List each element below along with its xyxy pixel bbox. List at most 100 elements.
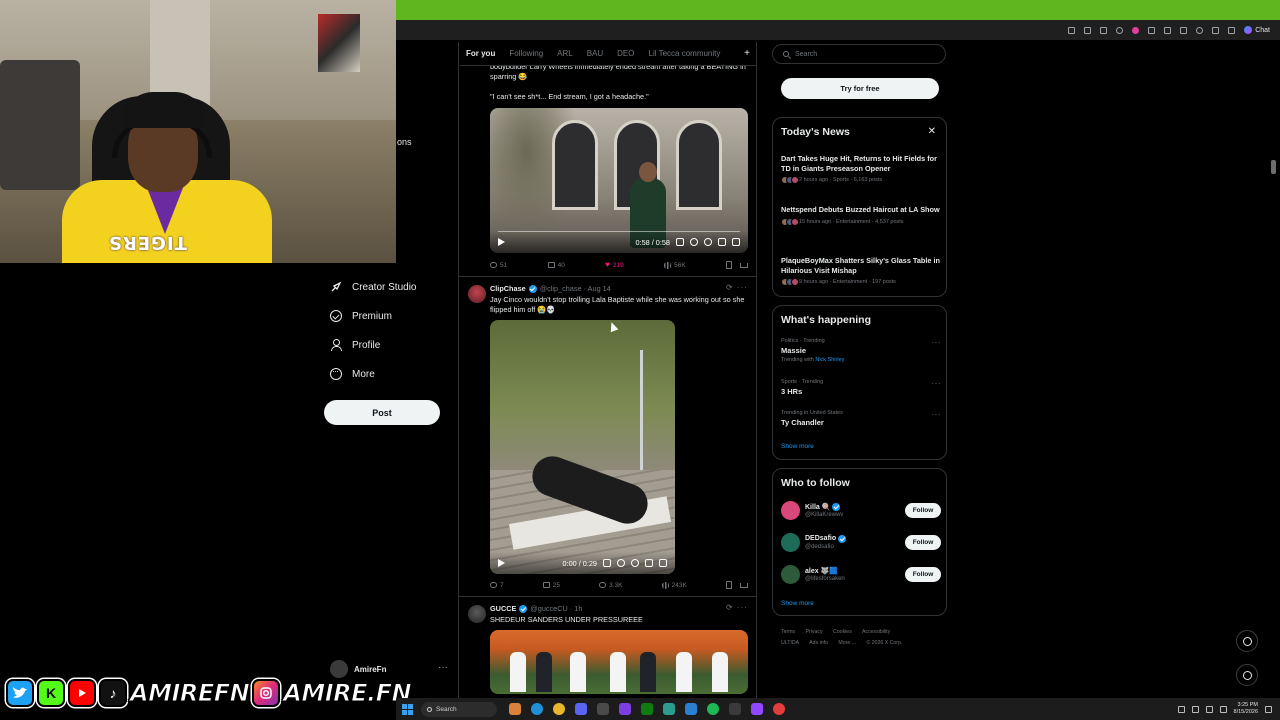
edge-icon[interactable] — [531, 703, 543, 715]
fullscreen-icon[interactable] — [659, 559, 667, 567]
try-for-free-button[interactable]: Try for free — [781, 78, 939, 99]
extension-icon[interactable] — [1132, 26, 1140, 34]
news-item[interactable]: PlaqueBoyMax Shatters Silky's Glass Tabl… — [781, 256, 941, 286]
tray-app-icon[interactable] — [1191, 705, 1199, 713]
app-teal-icon[interactable] — [663, 703, 675, 715]
views-button[interactable]: 56K — [664, 261, 686, 269]
tab-arl[interactable]: ARL — [557, 49, 573, 58]
messages-button[interactable] — [1236, 664, 1258, 686]
avatar[interactable] — [781, 532, 800, 552]
post-more-icon[interactable]: ⟳ ··· — [726, 283, 748, 292]
settings-icon[interactable] — [631, 559, 639, 567]
fullscreen-icon[interactable] — [732, 238, 740, 246]
account-switcher[interactable]: AmireFn ··· — [330, 660, 448, 678]
nav-item-creator-studio[interactable]: Creator Studio — [330, 281, 416, 293]
post-button[interactable]: Post — [324, 400, 440, 425]
share-button[interactable] — [740, 262, 749, 268]
collections-icon[interactable] — [1180, 26, 1188, 34]
more-icon[interactable]: ··· — [932, 379, 942, 388]
nav-item-more[interactable]: More — [330, 366, 375, 380]
discord-icon[interactable] — [575, 703, 587, 715]
avatar[interactable] — [781, 564, 800, 584]
split-screen-icon[interactable] — [1148, 26, 1156, 34]
post-video[interactable]: 0:00 / 0:29 — [490, 320, 675, 574]
follow-button[interactable]: Follow — [905, 534, 941, 550]
volume-icon[interactable] — [1219, 705, 1227, 713]
trend-item[interactable]: Trending in United States Ty Chandler ··… — [781, 410, 941, 427]
tab-for-you[interactable]: For you — [466, 49, 495, 58]
app-red-icon[interactable] — [773, 703, 785, 715]
avatar[interactable] — [468, 285, 486, 303]
views-button[interactable]: 243K — [661, 581, 687, 589]
footer-link-ads[interactable]: ULTIDA — [781, 640, 799, 646]
reply-button[interactable]: 51 — [490, 262, 507, 269]
follow-suggestion[interactable]: Killa 🍭 @KillaKrewwv Follow — [781, 499, 941, 521]
add-tab-icon[interactable]: + — [744, 48, 750, 59]
trend-item[interactable]: Sports · Trending 3 HRs ··· — [781, 379, 941, 396]
app-food-icon[interactable] — [509, 703, 521, 715]
post-image[interactable] — [490, 630, 748, 694]
show-more-link[interactable]: Show more — [781, 600, 814, 607]
avatar[interactable] — [781, 500, 800, 520]
footer-link-accessibility[interactable]: Accessibility — [862, 629, 890, 635]
spotify-icon[interactable] — [707, 703, 719, 715]
author-name[interactable]: ClipChase — [490, 284, 526, 293]
share-button[interactable] — [739, 582, 748, 588]
pip-icon[interactable] — [645, 559, 653, 567]
captions-icon[interactable] — [676, 238, 684, 246]
captions-icon[interactable] — [603, 559, 611, 567]
footer-link-cookies[interactable]: Cookies — [833, 629, 852, 635]
author-name[interactable]: GUCCE — [490, 604, 516, 613]
show-more-link[interactable]: Show more — [781, 443, 814, 450]
post-video[interactable]: 0:58 / 0:58 — [490, 108, 748, 253]
author-handle[interactable]: @gucceCU · 1h — [530, 604, 582, 613]
bookmark-button[interactable] — [725, 581, 732, 589]
page-scrollbar[interactable] — [1271, 160, 1276, 174]
more-icon[interactable] — [1228, 26, 1236, 34]
copilot-chat-button[interactable]: Chat — [1244, 26, 1270, 34]
taskbar-search[interactable]: Search — [421, 701, 497, 717]
reader-icon[interactable] — [1084, 26, 1092, 34]
footer-link-ads-info[interactable]: Ads info — [809, 640, 828, 646]
news-item[interactable]: Dart Takes Huge Hit, Returns to Hit Fiel… — [781, 154, 941, 184]
windows-start-icon[interactable] — [402, 703, 413, 715]
follow-button[interactable]: Follow — [905, 502, 941, 518]
taskbar-clock[interactable]: 3:25 PM 8/15/2026 — [1234, 702, 1258, 716]
tab-bau[interactable]: BAU — [587, 49, 603, 58]
trend-subtitle-link[interactable]: Nick Shirley — [815, 357, 844, 363]
favorites-icon[interactable] — [1164, 26, 1172, 34]
repost-button[interactable]: 25 — [542, 582, 560, 589]
calculator-icon[interactable] — [597, 703, 609, 715]
like-button[interactable]: 3.3K — [599, 582, 623, 589]
follow-button[interactable]: Follow — [905, 566, 941, 582]
tab-lil-tecca-community[interactable]: Lil Tecca community — [649, 49, 721, 58]
chrome-icon[interactable] — [553, 703, 565, 715]
footer-link-privacy[interactable]: Privacy — [806, 629, 823, 635]
grok-button[interactable] — [1236, 630, 1258, 652]
notifications-icon[interactable] — [1265, 705, 1272, 713]
play-icon[interactable] — [498, 559, 505, 567]
play-icon[interactable] — [498, 238, 505, 246]
app-gear-icon[interactable] — [729, 703, 741, 715]
post-more-icon[interactable]: ⟳ ··· — [726, 603, 748, 612]
app-purple-icon[interactable] — [619, 703, 631, 715]
footer-link-terms[interactable]: Terms — [781, 629, 795, 635]
network-icon[interactable] — [1205, 705, 1213, 713]
like-button[interactable]: ♥ 219 — [605, 261, 624, 269]
app-blue-icon[interactable] — [685, 703, 697, 715]
settings-icon[interactable] — [1196, 26, 1204, 34]
tab-deo[interactable]: DEO — [617, 49, 634, 58]
news-item[interactable]: Nettspend Debuts Buzzed Haircut at LA Sh… — [781, 205, 941, 226]
more-icon[interactable]: ··· — [932, 338, 942, 347]
star-icon[interactable] — [1100, 26, 1108, 34]
trend-item[interactable]: Politics · Trending Massie Trending with… — [781, 338, 941, 363]
pip-icon[interactable] — [718, 238, 726, 246]
twitch-icon[interactable] — [751, 703, 763, 715]
tray-chevron-icon[interactable] — [1177, 705, 1185, 713]
tab-following[interactable]: Following — [509, 49, 543, 58]
mute-icon[interactable] — [617, 559, 625, 567]
nav-item-premium[interactable]: Premium — [330, 310, 392, 322]
avatar[interactable] — [468, 605, 486, 623]
refresh-icon[interactable] — [1116, 26, 1124, 34]
follow-suggestion[interactable]: alex 🐺🟦 @lifesforsaken Follow — [781, 563, 941, 585]
